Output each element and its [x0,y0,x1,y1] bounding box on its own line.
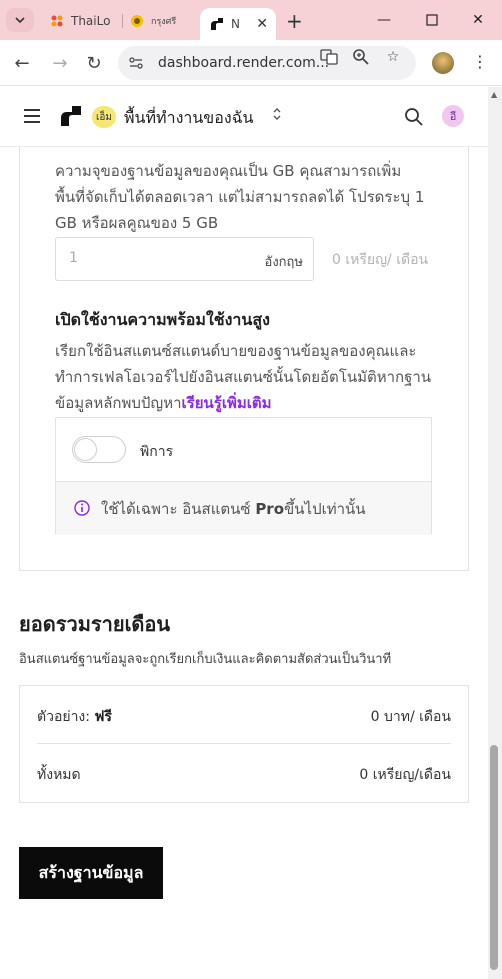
browser-tab-active[interactable]: N ✕ [200,8,276,40]
summary-row: ทั้งหมด 0 เหรียญ/เดือน [37,744,451,802]
krungsri-favicon-icon [131,15,143,27]
summary-value: 0 เหรียญ/เดือน [359,767,451,783]
summary-value: 0 บาท/ เดือน [370,709,451,725]
workspace-name[interactable]: พื้นที่ทำงานของฉัน [124,106,254,131]
create-database-button[interactable]: สร้างฐานข้อมูล [19,847,163,899]
availability-note-text: ใช้ได้เฉพาะ อินสแตนซ์ Proขึ้นไปเท่านั้น [101,497,366,521]
browser-tab[interactable]: ThaiLo [50,8,118,34]
learn-more-link[interactable]: เรียนรู้เพิ่มเติม [182,394,272,412]
tab-divider [122,14,123,28]
maximize-icon[interactable] [420,8,444,32]
tab-search-button[interactable] [6,8,34,32]
forward-icon[interactable]: → [48,51,72,75]
render-favicon-icon [211,18,223,30]
info-icon [74,500,90,516]
high-availability-description: เรียกใช้อินสแตนซ์สแตนด์บายของฐานข้อมูลขอ… [55,338,435,416]
summary-row: ตัวอย่าง: ฟรี 0 บาท/ เดือน [37,686,451,744]
browser-tab[interactable]: กรุงศรี [130,8,194,34]
tab-title: N [231,17,240,31]
browser-toolbar: ← → ↻ dashboard.render.com... ☆ ⋮ [0,40,502,86]
browser-profile-avatar[interactable] [432,52,454,74]
availability-note: ใช้ได้เฉพาะ อินสแตนซ์ Proขึ้นไปเท่านั้น [56,481,431,535]
summary-label: ทั้งหมด [37,767,81,783]
new-tab-button[interactable]: + [286,9,303,33]
site-info-icon[interactable] [128,55,144,71]
high-availability-box: พิการ ใช้ได้เฉพาะ อินสแตนซ์ Proขึ้นไปเท่… [55,417,432,535]
workspace-switcher-icon[interactable] [272,106,282,123]
minimize-icon[interactable]: — [372,8,396,32]
close-icon[interactable]: ✕ [256,16,268,32]
browser-menu-icon[interactable]: ⋮ [472,52,488,71]
search-icon[interactable] [404,107,424,127]
plan-name: ฟรี [94,709,112,725]
zoom-icon[interactable] [352,48,370,66]
toggle-knob [74,438,97,461]
tab-title: กรุงศรี [151,17,177,27]
high-availability-toggle[interactable] [72,436,126,463]
thailo-favicon-icon [51,15,63,27]
summary-label-text: ตัวอย่าง: [37,709,95,725]
summary-label: ตัวอย่าง: ฟรี [37,706,112,728]
storage-size-input[interactable]: 1 อังกฤษ [55,237,314,281]
reload-icon[interactable]: ↻ [82,51,106,75]
browser-tab-bar: ThaiLo กรุงศรี N ✕ + — ✕ [0,0,502,40]
scrollbar-thumb[interactable] [490,745,498,970]
tab-title: ThaiLo [71,14,111,28]
url-text: dashboard.render.com... [158,55,330,71]
note-prefix: ใช้ได้เฉพาะ อินสแตนซ์ [101,500,256,518]
address-bar[interactable]: dashboard.render.com... [118,46,416,80]
high-availability-title: เปิดใช้งานความพร้อมใช้งานสูง [55,310,270,329]
storage-cost: 0 เหรียญ/ เดือน [332,252,429,268]
monthly-total-description: อินสแตนซ์ฐานข้อมูลจะถูกเรียกเก็บเงินและค… [19,652,392,667]
back-icon[interactable]: ← [10,51,34,75]
toggle-label: พิการ [140,444,174,460]
chevron-down-icon [15,17,25,24]
translate-icon[interactable] [320,48,338,66]
monthly-total-title: ยอดรวมรายเดือน [19,612,171,636]
note-suffix: ขึ้นไปเท่านั้น [284,500,366,518]
storage-size-value[interactable]: 1 [69,250,78,266]
render-logo-icon[interactable] [60,105,82,127]
storage-size-unit: อังกฤษ [264,255,303,270]
window-close-icon[interactable]: ✕ [466,8,490,32]
user-avatar[interactable]: อี [442,105,464,127]
workspace-avatar[interactable]: เอ็ม [92,106,116,128]
bookmark-star-icon[interactable]: ☆ [384,48,402,66]
monthly-summary: ตัวอย่าง: ฟรี 0 บาท/ เดือน ทั้งหมด 0 เหร… [19,685,469,803]
storage-description: ความจุของฐานข้อมูลของคุณเป็น GB คุณสามาร… [55,162,425,232]
menu-icon[interactable] [24,109,40,123]
scroll-up-icon[interactable]: ▲ [491,90,497,99]
app-header: เอ็ม พื้นที่ทำงานของฉัน อี [0,87,488,147]
note-bold: Pro [255,500,285,518]
